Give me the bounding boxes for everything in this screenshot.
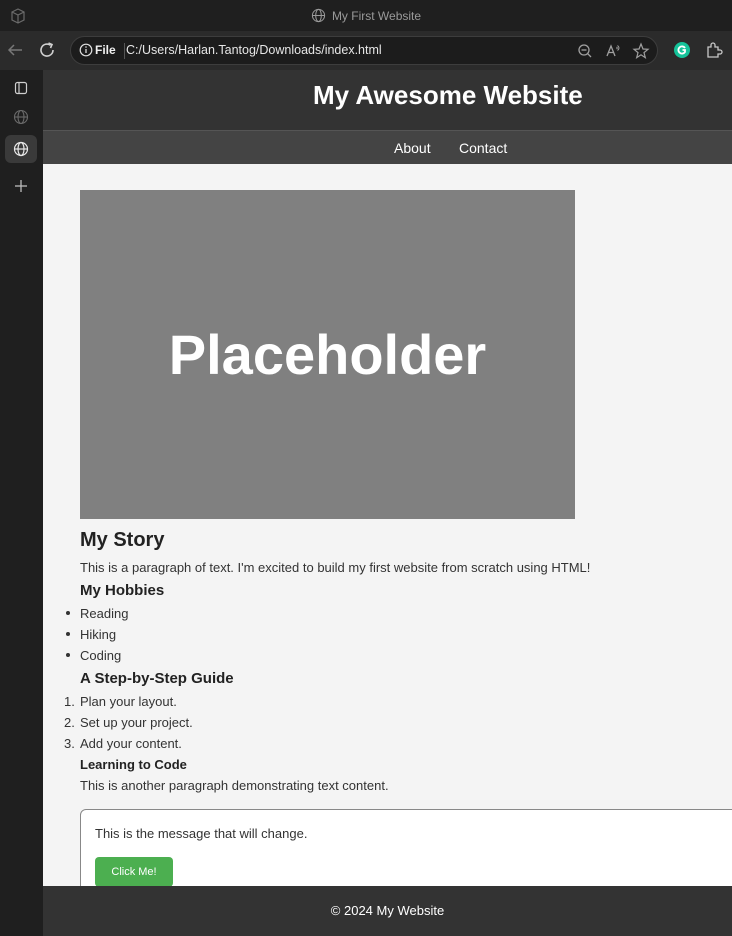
browser-toolbar: File C:/Users/Harlan.Tantog/Downloads/in… <box>0 31 732 70</box>
click-me-button[interactable]: Click Me! <box>95 857 173 887</box>
tab-actions-button[interactable] <box>5 74 37 102</box>
hobbies-heading: My Hobbies <box>80 582 165 599</box>
read-aloud-icon[interactable] <box>604 42 622 60</box>
browser-title-bar: My First Website <box>0 0 732 31</box>
back-icon[interactable] <box>4 39 26 61</box>
footer-text: © 2024 My Website <box>330 903 445 918</box>
address-bar[interactable]: File C:/Users/Harlan.Tantog/Downloads/in… <box>70 36 658 65</box>
tab-title: My First Website <box>331 9 422 23</box>
globe-icon <box>13 109 29 125</box>
list-item: 1. Plan your layout. <box>64 694 177 709</box>
learning-paragraph: This is another paragraph demonstrating … <box>80 778 389 793</box>
bullet <box>66 611 70 615</box>
guide-heading: A Step-by-Step Guide <box>80 670 234 687</box>
site-nav: About Contact <box>43 130 732 164</box>
placeholder-image: Placeholder <box>80 190 575 519</box>
vertical-tabs-sidebar <box>0 70 43 936</box>
refresh-icon[interactable] <box>36 39 58 61</box>
page-viewport: My Awesome Website About Contact Placeho… <box>43 70 732 936</box>
favorite-star-icon[interactable] <box>632 42 650 60</box>
zoom-out-icon[interactable] <box>576 42 594 60</box>
nav-link-contact[interactable]: Contact <box>459 140 507 156</box>
sidebar-tab-inactive[interactable] <box>5 103 37 131</box>
info-icon[interactable] <box>79 43 93 57</box>
site-title: My Awesome Website <box>313 80 583 110</box>
message-text: This is the message that will change. <box>95 826 308 841</box>
list-item: Hiking <box>66 627 116 642</box>
list-item: 3. Add your content. <box>64 736 182 751</box>
url-text[interactable]: C:/Users/Harlan.Tantog/Downloads/index.h… <box>126 43 382 57</box>
learning-heading: Learning to Code <box>80 757 187 772</box>
globe-icon <box>311 8 326 23</box>
new-tab-plus-icon <box>15 180 27 192</box>
extensions-icon[interactable] <box>704 40 724 60</box>
bullet <box>66 653 70 657</box>
grammarly-icon[interactable] <box>672 40 692 60</box>
story-paragraph: This is a paragraph of text. I'm excited… <box>80 560 591 575</box>
list-item: Coding <box>66 648 121 663</box>
sidebar-tab-active[interactable] <box>5 135 37 163</box>
window-title: My First Website <box>0 8 732 23</box>
tab-actions-icon <box>14 81 28 95</box>
site-header: My Awesome Website <box>43 70 732 130</box>
address-separator <box>124 43 125 59</box>
story-heading: My Story <box>80 529 165 551</box>
list-item: Reading <box>66 606 128 621</box>
site-footer: © 2024 My Website <box>43 886 732 936</box>
nav-link-about[interactable]: About <box>394 140 431 156</box>
list-item: 2. Set up your project. <box>64 715 193 730</box>
globe-icon <box>13 141 29 157</box>
placeholder-label: Placeholder <box>168 323 487 386</box>
file-scheme-chip[interactable]: File <box>95 43 116 57</box>
new-tab-button[interactable] <box>5 172 37 200</box>
bullet <box>66 632 70 636</box>
